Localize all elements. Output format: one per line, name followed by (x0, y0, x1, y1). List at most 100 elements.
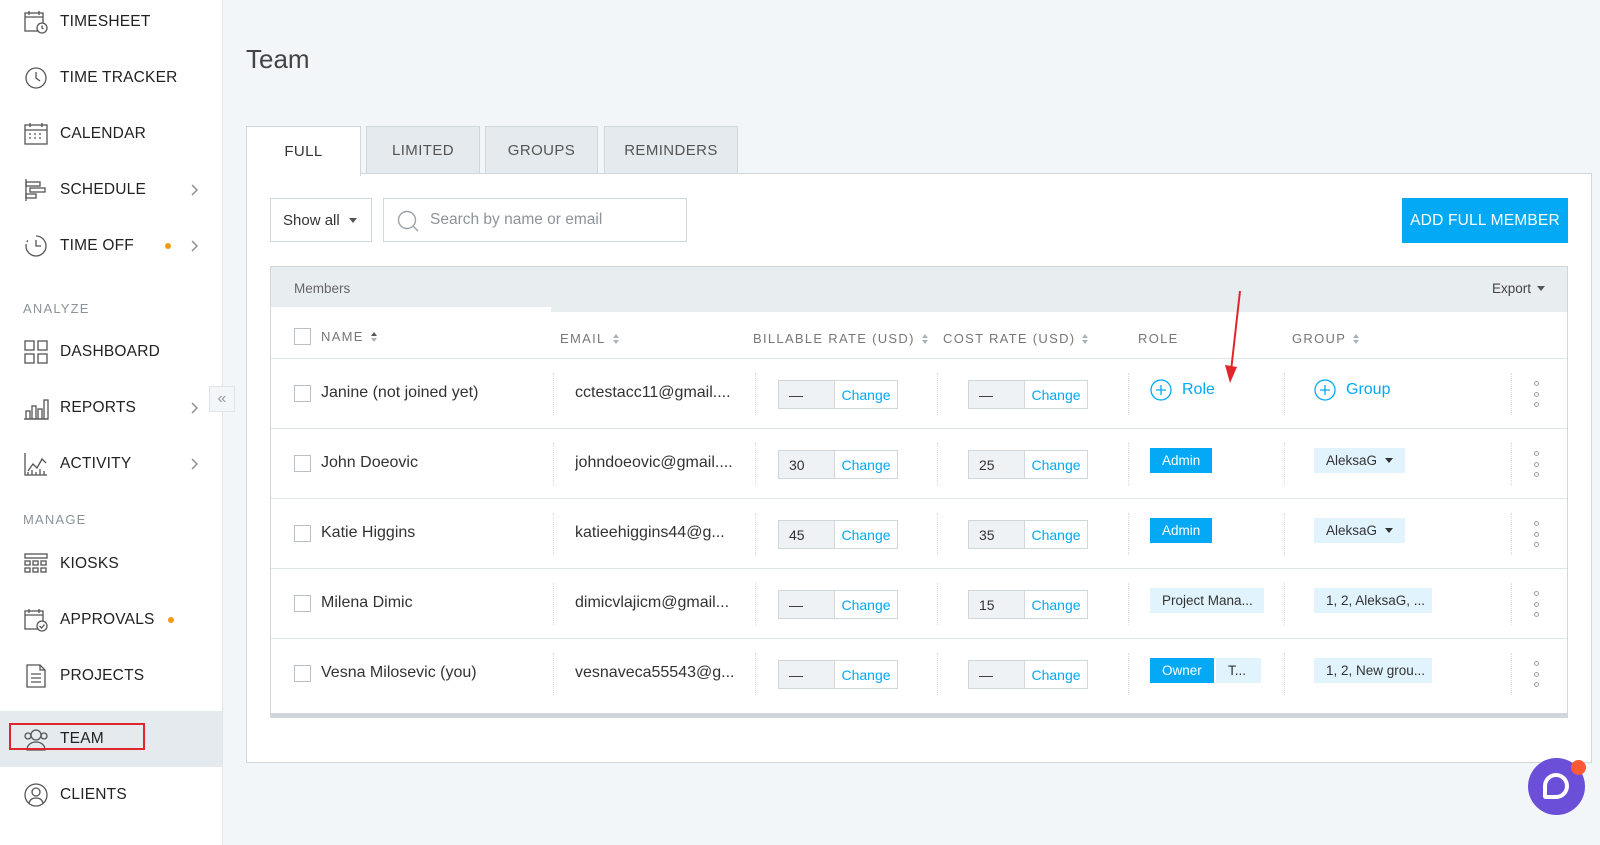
change-cost-rate-button[interactable]: Change (1025, 451, 1087, 478)
change-billable-rate-button[interactable]: Change (835, 451, 897, 478)
export-label: Export (1491, 281, 1531, 296)
column-header-group[interactable]: GROUP (1292, 331, 1360, 346)
calendar-icon (23, 121, 49, 147)
highlight-box (9, 723, 145, 750)
role-badge[interactable]: Admin (1150, 518, 1213, 543)
billable-rate-field: — Change (778, 590, 898, 619)
sidebar-item-label: CALENDAR (60, 125, 147, 142)
cost-rate-value: 35 (969, 521, 1025, 548)
add-full-member-button[interactable]: ADD FULL MEMBER (1402, 198, 1568, 243)
row-checkbox[interactable] (294, 665, 311, 682)
more-options-icon[interactable] (1533, 451, 1539, 477)
change-billable-rate-button[interactable]: Change (835, 381, 897, 408)
more-options-icon[interactable] (1533, 521, 1539, 547)
role-badge[interactable]: Project Mana... (1150, 588, 1264, 613)
tab-full[interactable]: FULL (246, 126, 361, 176)
chevron-right-icon (189, 401, 199, 415)
sidebar-item-label: PROJECTS (60, 667, 145, 684)
billable-rate-value: 30 (779, 451, 835, 478)
add-role-label: Role (1182, 381, 1215, 398)
sidebar-item-clients[interactable]: CLIENTS (0, 767, 222, 823)
caret-down-icon (1537, 286, 1545, 291)
billable-rate-field: 30 Change (778, 450, 898, 479)
sidebar-item-label: DASHBOARD (60, 343, 160, 360)
sidebar-item-schedule[interactable]: SCHEDULE (0, 162, 222, 218)
column-label: BILLABLE RATE (USD) (753, 331, 915, 346)
cost-rate-value: 25 (969, 451, 1025, 478)
role-badge[interactable]: Owner (1150, 658, 1214, 683)
sidebar-item-label: SCHEDULE (60, 181, 147, 198)
row-checkbox[interactable] (294, 385, 311, 402)
add-role-button[interactable]: Role (1150, 379, 1215, 401)
group-dropdown[interactable]: AleksaG (1314, 518, 1406, 543)
change-billable-rate-button[interactable]: Change (835, 521, 897, 548)
billable-rate-value: — (779, 381, 835, 408)
row-checkbox[interactable] (294, 455, 311, 472)
chat-widget-button[interactable] (1528, 758, 1586, 815)
role-badge[interactable]: T... (1216, 658, 1261, 683)
cost-rate-field: 35 Change (968, 520, 1088, 549)
section-title-analyze: ANALYZE (23, 301, 90, 316)
group-dropdown[interactable]: AleksaG (1314, 448, 1406, 473)
table-bottom-border (271, 713, 1567, 717)
row-checkbox[interactable] (294, 595, 311, 612)
tab-limited[interactable]: LIMITED (366, 126, 480, 174)
member-email: dimicvlajicm@gmail... (575, 594, 730, 611)
change-cost-rate-button[interactable]: Change (1025, 381, 1087, 408)
sidebar-item-projects[interactable]: PROJECTS (0, 648, 222, 704)
add-group-button[interactable]: Group (1314, 379, 1390, 401)
more-options-icon[interactable] (1533, 591, 1539, 617)
sidebar-item-approvals[interactable]: APPROVALS (0, 592, 222, 648)
caret-down-icon (1385, 458, 1394, 463)
notification-dot (168, 617, 174, 623)
column-header-email[interactable]: EMAIL (560, 331, 619, 346)
caret-down-icon (1385, 528, 1394, 533)
sidebar-item-label: REPORTS (60, 399, 137, 416)
projects-icon (23, 663, 49, 689)
member-name: Janine (not joined yet) (321, 384, 479, 401)
column-label: ROLE (1138, 331, 1179, 346)
member-email: johndoeovic@gmail.... (575, 454, 733, 471)
sidebar-item-label: APPROVALS (60, 611, 155, 628)
member-email: cctestacc11@gmail.... (575, 384, 731, 401)
sidebar-item-kiosks[interactable]: KIOSKS (0, 536, 222, 592)
sidebar-item-time-off[interactable]: TIME OFF (0, 218, 222, 274)
search-input[interactable] (430, 199, 680, 241)
export-dropdown[interactable]: Export (1492, 281, 1545, 296)
change-billable-rate-button[interactable]: Change (835, 661, 897, 688)
sidebar-item-label: ACTIVITY (60, 455, 132, 472)
group-badge[interactable]: 1, 2, AleksaG, ... (1314, 588, 1432, 613)
change-billable-rate-button[interactable]: Change (835, 591, 897, 618)
column-header-name[interactable]: NAME (321, 329, 377, 344)
search-icon (396, 209, 420, 233)
change-cost-rate-button[interactable]: Change (1025, 661, 1087, 688)
sidebar-item-calendar[interactable]: CALENDAR (0, 106, 222, 162)
approvals-icon (23, 607, 49, 633)
tab-reminders[interactable]: REMINDERS (604, 126, 738, 174)
select-all-checkbox[interactable] (294, 328, 311, 345)
filter-dropdown[interactable]: Show all (270, 198, 372, 242)
row-checkbox[interactable] (294, 525, 311, 542)
schedule-icon (23, 177, 49, 203)
change-cost-rate-button[interactable]: Change (1025, 591, 1087, 618)
role-badge[interactable]: Admin (1150, 448, 1213, 473)
column-header-cost-rate[interactable]: COST RATE (USD) (943, 331, 1089, 346)
more-options-icon[interactable] (1533, 661, 1539, 687)
sidebar-item-timesheet[interactable]: TIMESHEET (0, 0, 222, 50)
sidebar-item-reports[interactable]: REPORTS (0, 380, 222, 436)
column-header-billable-rate[interactable]: BILLABLE RATE (USD) (753, 331, 928, 346)
sort-icon (370, 331, 377, 342)
tab-groups[interactable]: GROUPS (485, 126, 598, 174)
more-options-icon[interactable] (1533, 381, 1539, 407)
filter-label: Show all (283, 211, 340, 229)
sidebar-item-label: TIME TRACKER (60, 69, 178, 86)
search-box[interactable] (383, 198, 687, 242)
sidebar-item-time-tracker[interactable]: TIME TRACKER (0, 50, 222, 106)
timesheet-icon (23, 9, 49, 35)
sidebar-item-activity[interactable]: ACTIVITY (0, 436, 222, 492)
members-table: Members Export NAME EMAIL BILLABLE RATE … (270, 266, 1568, 718)
collapse-sidebar-button[interactable]: « (209, 386, 235, 412)
sidebar-item-dashboard[interactable]: DASHBOARD (0, 324, 222, 380)
group-badge[interactable]: 1, 2, New grou... (1314, 658, 1432, 683)
change-cost-rate-button[interactable]: Change (1025, 521, 1087, 548)
